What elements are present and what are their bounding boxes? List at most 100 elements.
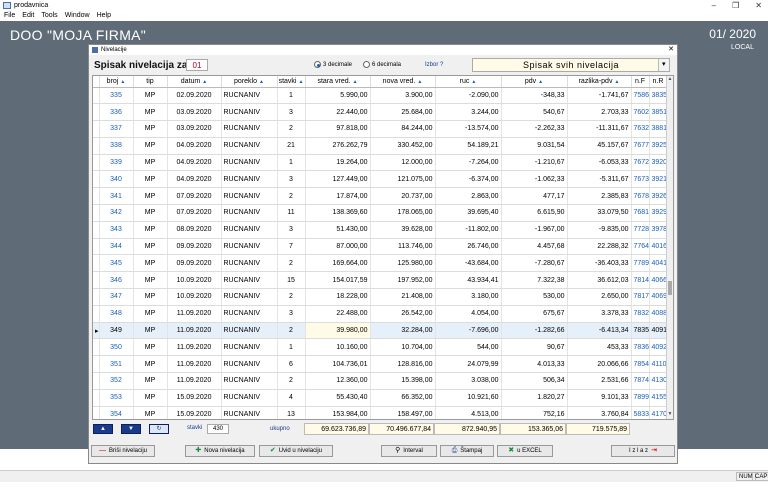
col-datum[interactable]: datum ▲ (167, 76, 222, 88)
cell-stavki[interactable]: 3 (277, 305, 306, 323)
cell-ruc[interactable]: -6.374,00 (435, 170, 502, 189)
cell-poreklo[interactable]: RUCNANIV (221, 271, 278, 290)
table-row[interactable]: 340 MP 04.09.2020 RUCNANIV 3 127.449,00 121.07… (93, 170, 668, 189)
cell-nova-vred[interactable]: 113.746,00 (370, 238, 436, 256)
table-row[interactable]: 352 MP 11.09.2020 RUCNANIV 2 12.360,00 15.398,… (93, 372, 668, 390)
cell-nf[interactable]: 7678 (631, 187, 650, 206)
cell-stara-vred[interactable]: 154.017,59 (305, 271, 371, 290)
cell-poreklo[interactable]: RUCNANIV (221, 103, 278, 122)
minimize-icon[interactable]: – (712, 0, 716, 11)
cell-tip[interactable]: MP (133, 238, 168, 256)
cell-nr[interactable]: 4092 (649, 338, 668, 357)
cell-nf[interactable]: 7836 (631, 338, 650, 357)
cell-razlika-pdv[interactable]: -11.311,67 (567, 120, 632, 138)
cell-stavki[interactable]: 13 (277, 406, 306, 419)
cell-broj[interactable]: 354 (99, 406, 134, 419)
cell-ruc[interactable]: 2.863,00 (435, 187, 502, 206)
izbor-select[interactable]: Spisak svih nivelacija ▾ (472, 58, 670, 72)
cell-datum[interactable]: 09.09.2020 (167, 254, 222, 273)
cell-datum[interactable]: 11.09.2020 (167, 322, 222, 340)
cell-razlika-pdv[interactable]: 22.288,32 (567, 238, 632, 256)
cell-nr[interactable]: 3835 (649, 87, 668, 105)
cell-datum[interactable]: 04.09.2020 (167, 137, 222, 155)
cell-tip[interactable]: MP (133, 87, 168, 105)
restore-icon[interactable]: ❐ (732, 0, 739, 11)
cell-ruc[interactable]: -7.696,00 (435, 322, 502, 340)
table-row[interactable]: 335 MP 02.09.2020 RUCNANIV 1 5.990,00 3.900,00… (93, 87, 668, 105)
cell-ruc[interactable]: -43.684,00 (435, 254, 502, 273)
cell-razlika-pdv[interactable]: 3.378,33 (567, 305, 632, 323)
cell-stara-vred[interactable]: 18.228,00 (305, 288, 371, 306)
cell-stavki[interactable]: 2 (277, 372, 306, 390)
cell-nf[interactable]: 7789 (631, 254, 650, 273)
cell-tip[interactable]: MP (133, 355, 168, 374)
cell-broj[interactable]: 338 (99, 137, 134, 155)
vertical-scrollbar[interactable]: ▲ ▼ (666, 76, 673, 419)
cell-tip[interactable]: MP (133, 170, 168, 189)
cell-broj[interactable]: 344 (99, 238, 134, 256)
table-row[interactable]: 344 MP 09.09.2020 RUCNANIV 7 87.000,00 113.746… (93, 238, 668, 256)
cell-poreklo[interactable]: RUCNANIV (221, 372, 278, 390)
cell-nova-vred[interactable]: 39.628,00 (370, 221, 436, 239)
cell-tip[interactable]: MP (133, 154, 168, 172)
cell-nf[interactable]: 7832 (631, 305, 650, 323)
cell-nr[interactable]: 4155 (649, 389, 668, 407)
cell-broj[interactable]: 348 (99, 305, 134, 323)
col-tip[interactable]: tip (133, 76, 168, 88)
cell-pdv[interactable]: 9.031,54 (501, 137, 568, 155)
table-row[interactable]: 351 MP 11.09.2020 RUCNANIV 6 104.736,01 128.81… (93, 355, 668, 374)
cell-stara-vred[interactable]: 51.430,00 (305, 221, 371, 239)
cell-broj[interactable]: 343 (99, 221, 134, 239)
cell-nova-vred[interactable]: 125.980,00 (370, 254, 436, 273)
cell-stavki[interactable]: 3 (277, 170, 306, 189)
col-poreklo[interactable]: poreklo ▲ (221, 76, 278, 88)
cell-nf[interactable]: 7854 (631, 355, 650, 374)
table-row[interactable]: 342 MP 07.09.2020 RUCNANIV 11 138.369,60 178.0… (93, 204, 668, 222)
cell-broj[interactable]: 352 (99, 372, 134, 390)
table-row[interactable]: 345 MP 09.09.2020 RUCNANIV 2 169.664,00 125.98… (93, 254, 668, 273)
cell-poreklo[interactable]: RUCNANIV (221, 338, 278, 357)
cell-pdv[interactable]: 477,17 (501, 187, 568, 206)
cell-razlika-pdv[interactable]: -36.403,33 (567, 254, 632, 273)
cell-nf[interactable]: 7602 (631, 103, 650, 122)
cell-stavki[interactable]: 3 (277, 221, 306, 239)
cell-tip[interactable]: MP (133, 204, 168, 222)
cell-nr[interactable]: 4088 (649, 305, 668, 323)
cell-razlika-pdv[interactable]: 9.101,33 (567, 389, 632, 407)
cell-stavki[interactable]: 7 (277, 238, 306, 256)
cell-stara-vred[interactable]: 138.369,60 (305, 204, 371, 222)
cell-tip[interactable]: MP (133, 120, 168, 138)
cell-stara-vred[interactable]: 19.264,00 (305, 154, 371, 172)
table-row[interactable]: 341 MP 07.09.2020 RUCNANIV 2 17.874,00 20.737,… (93, 187, 668, 206)
col-ruc[interactable]: ruc ▲ (435, 76, 502, 88)
cell-stara-vred[interactable]: 87.000,00 (305, 238, 371, 256)
cell-tip[interactable]: MP (133, 187, 168, 206)
cell-nova-vred[interactable]: 10.704,00 (370, 338, 436, 357)
menu-window[interactable]: Window (65, 11, 90, 21)
cell-nf[interactable]: 7677 (631, 137, 650, 155)
cell-nova-vred[interactable]: 197.952,00 (370, 271, 436, 290)
cell-ruc[interactable]: 3.180,00 (435, 288, 502, 306)
cell-nf[interactable]: 7814 (631, 271, 650, 290)
cell-nova-vred[interactable]: 26.542,00 (370, 305, 436, 323)
cell-stara-vred[interactable]: 39.980,00 (304, 322, 371, 340)
cell-datum[interactable]: 07.09.2020 (167, 187, 222, 206)
cell-stavki[interactable]: 15 (277, 271, 306, 290)
cell-nova-vred[interactable]: 121.075,00 (370, 170, 436, 189)
cell-stara-vred[interactable]: 12.360,00 (305, 372, 371, 390)
cell-nr[interactable]: 4016 (649, 238, 668, 256)
brisi-nivelaciju-button[interactable]: — Briši nivelaciju (91, 445, 155, 457)
cell-nova-vred[interactable]: 12.000,00 (370, 154, 436, 172)
cell-nova-vred[interactable]: 21.408,00 (370, 288, 436, 306)
cell-razlika-pdv[interactable]: -5.311,67 (567, 170, 632, 189)
cell-nr[interactable]: 3926 (649, 187, 668, 206)
cell-nova-vred[interactable]: 15.398,00 (370, 372, 436, 390)
cell-pdv[interactable]: 4.013,33 (501, 355, 568, 374)
cell-poreklo[interactable]: RUCNANIV (221, 120, 278, 138)
cell-nr[interactable]: 4130 (649, 372, 668, 390)
cell-pdv[interactable]: 752,16 (501, 406, 568, 419)
cell-razlika-pdv[interactable]: -6.053,33 (567, 154, 632, 172)
cell-poreklo[interactable]: RUCNANIV (221, 170, 278, 189)
cell-datum[interactable]: 11.09.2020 (167, 355, 222, 374)
cell-razlika-pdv[interactable]: -9.835,00 (567, 221, 632, 239)
